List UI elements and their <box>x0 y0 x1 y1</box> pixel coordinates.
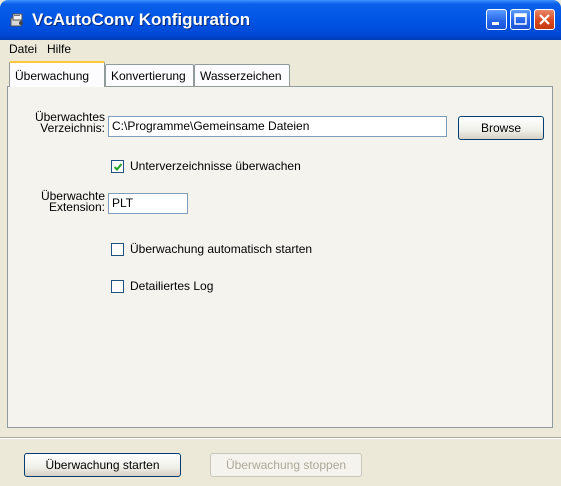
maximize-icon <box>514 13 527 25</box>
subdirs-checkbox[interactable] <box>111 160 124 173</box>
close-icon <box>539 14 550 25</box>
tab-konvertierung[interactable]: Konvertierung <box>105 64 194 86</box>
tab-wasserzeichen[interactable]: Wasserzeichen <box>194 64 290 86</box>
tab-ueberwachung[interactable]: Überwachung <box>9 61 105 87</box>
title-bar[interactable]: VcAutoConv Konfiguration <box>0 0 561 40</box>
browse-button[interactable]: Browse <box>458 116 544 140</box>
menu-datei[interactable]: Datei <box>9 42 37 56</box>
minimize-button[interactable] <box>486 9 507 30</box>
detailed-log-checkbox[interactable] <box>111 280 124 293</box>
minimize-icon <box>492 22 499 25</box>
maximize-button[interactable] <box>510 9 531 30</box>
config-window: VcAutoConv Konfiguration Datei Hilfe Übe… <box>0 0 561 486</box>
autostart-checkbox[interactable] <box>111 243 124 256</box>
directory-label-line2: Verzeichnis: <box>40 121 105 135</box>
directory-input[interactable]: C:\Programme\Gemeinsame Dateien <box>108 116 447 137</box>
extension-label: Überwachte Extension: <box>25 190 105 214</box>
app-icon <box>9 12 25 28</box>
start-monitoring-button[interactable]: Überwachung starten <box>24 453 181 477</box>
footer-divider-highlight <box>0 438 561 439</box>
window-title: VcAutoConv Konfiguration <box>32 10 251 29</box>
stop-monitoring-button[interactable]: Überwachung stoppen <box>210 453 362 477</box>
close-button[interactable] <box>534 9 555 30</box>
autostart-label[interactable]: Überwachung automatisch starten <box>130 242 312 256</box>
menu-hilfe[interactable]: Hilfe <box>47 42 71 56</box>
extension-label-line2: Extension: <box>48 200 105 214</box>
menu-bar: Datei Hilfe <box>0 40 561 58</box>
extension-input[interactable]: PLT <box>108 193 188 214</box>
subdirs-label[interactable]: Unterverzeichnisse überwachen <box>130 159 301 173</box>
detailed-log-label[interactable]: Detailiertes Log <box>130 279 213 293</box>
directory-label: Überwachtes Verzeichnis: <box>25 111 105 135</box>
checkmark-icon <box>113 163 123 171</box>
